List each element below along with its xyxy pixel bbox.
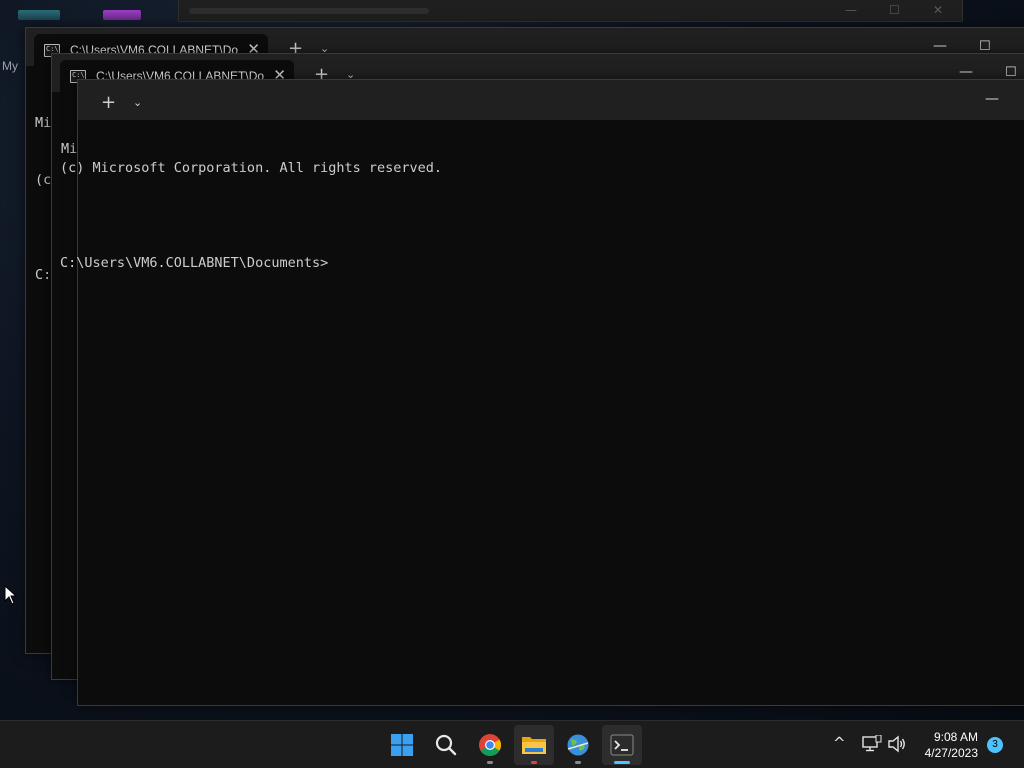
running-indicator xyxy=(487,761,493,764)
start-button[interactable] xyxy=(382,725,422,765)
search-icon xyxy=(435,734,457,756)
new-tab-button[interactable]: + xyxy=(101,92,116,113)
tab-dropdown-button[interactable]: ⌄ xyxy=(133,96,142,109)
minimize-button[interactable]: — xyxy=(985,91,999,107)
desktop-icon-label: My xyxy=(2,59,18,73)
clock-time: 9:08 AM xyxy=(933,730,978,744)
titlebar[interactable]: + ⌄ — xyxy=(78,80,1024,120)
taskbar[interactable]: ^ 9:08 AM 4/27/2023 3 xyxy=(0,720,1024,768)
terminal-icon xyxy=(610,734,634,756)
volume-icon[interactable] xyxy=(887,735,907,753)
active-indicator xyxy=(614,761,630,764)
chrome-button[interactable] xyxy=(470,725,510,765)
terminal-window-front[interactable]: + ⌄ — (c) Microsoft Corporation. All rig… xyxy=(60,79,1024,706)
chrome-icon xyxy=(479,734,501,756)
globe-icon xyxy=(567,734,589,756)
console-output[interactable]: (c) Microsoft Corporation. All rights re… xyxy=(60,121,442,311)
terminal-button[interactable] xyxy=(602,725,642,765)
background-minimize-button[interactable]: — xyxy=(845,3,857,17)
command-prompt[interactable]: C:\Users\VM6.COLLABNET\Documents> xyxy=(60,254,442,273)
minimize-button[interactable]: — xyxy=(933,38,947,54)
folder-icon xyxy=(522,737,546,754)
desktop-icon-teal[interactable] xyxy=(18,10,60,20)
file-explorer-button[interactable] xyxy=(514,725,554,765)
background-window-address-bar[interactable] xyxy=(189,8,429,14)
running-indicator xyxy=(575,761,581,764)
minimize-button[interactable]: — xyxy=(959,64,973,80)
background-window[interactable]: — ☐ ✕ xyxy=(178,0,963,22)
clock[interactable]: 9:08 AM 4/27/2023 xyxy=(925,729,978,761)
network-icon[interactable] xyxy=(862,735,882,753)
desktop-icon-purple[interactable] xyxy=(103,10,141,20)
chevron-up-icon[interactable]: ^ xyxy=(833,734,846,752)
notification-badge[interactable]: 3 xyxy=(987,737,1003,753)
mouse-cursor-icon xyxy=(4,585,18,605)
windows-logo-icon xyxy=(391,734,413,756)
network-app-button[interactable] xyxy=(558,725,598,765)
search-button[interactable] xyxy=(426,725,466,765)
clock-date: 4/27/2023 xyxy=(924,746,978,760)
copyright-line: (c) Microsoft Corporation. All rights re… xyxy=(60,160,443,176)
background-maximize-button[interactable]: ☐ xyxy=(889,3,900,17)
maximize-button[interactable]: ☐ xyxy=(979,39,991,54)
maximize-button[interactable]: ☐ xyxy=(1005,65,1017,80)
background-close-button[interactable]: ✕ xyxy=(933,3,943,17)
running-indicator xyxy=(531,761,537,764)
